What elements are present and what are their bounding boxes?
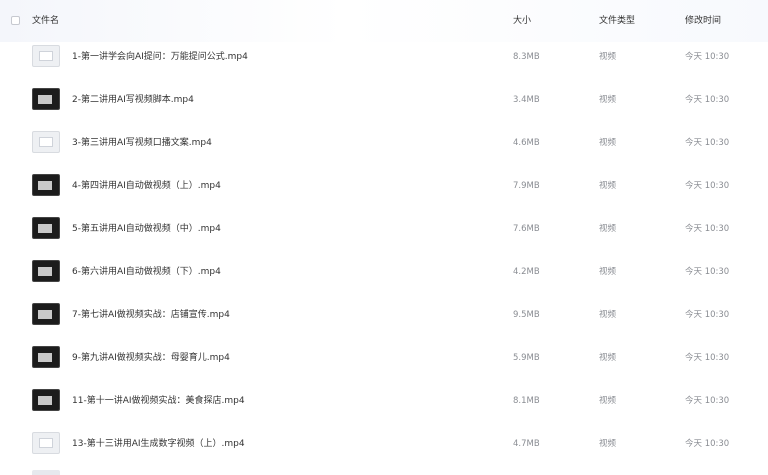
file-type: 视频 (599, 95, 617, 105)
file-modified-time: 今天 10:30 (685, 138, 730, 148)
file-type: 视频 (599, 396, 617, 406)
file-size: 9.5MB (513, 310, 540, 320)
video-thumbnail[interactable] (32, 260, 60, 282)
file-row[interactable]: 9-第九讲AI做视频实战：母婴育儿.mp4 5.9MB 视频 今天 10:30 (0, 337, 768, 380)
file-modified-time: 今天 10:30 (685, 353, 730, 363)
file-size: 7.9MB (513, 181, 540, 191)
file-row[interactable]: 2-第二讲用AI写视频脚本.mp4 3.4MB 视频 今天 10:30 (0, 79, 768, 122)
column-header-size[interactable]: 大小 (513, 15, 531, 27)
file-modified-time: 今天 10:30 (685, 52, 730, 62)
file-type: 视频 (599, 52, 617, 62)
file-name[interactable]: 5-第五讲用AI自动做视频（中）.mp4 (72, 223, 221, 235)
file-type: 视频 (599, 181, 617, 191)
column-header-type[interactable]: 文件类型 (599, 15, 635, 27)
select-all-checkbox[interactable] (11, 16, 20, 25)
file-type: 视频 (599, 439, 617, 449)
file-row[interactable]: 11-第十一讲AI做视频实战：美食探店.mp4 8.1MB 视频 今天 10:30 (0, 380, 768, 423)
file-size: 5.9MB (513, 353, 540, 363)
file-row[interactable]: 7-第七讲AI做视频实战：店铺宣传.mp4 9.5MB 视频 今天 10:30 (0, 294, 768, 337)
file-name[interactable]: 11-第十一讲AI做视频实战：美食探店.mp4 (72, 395, 245, 407)
file-size: 4.2MB (513, 267, 540, 277)
file-name[interactable]: 4-第四讲用AI自动做视频（上）.mp4 (72, 180, 221, 192)
file-name[interactable]: 9-第九讲AI做视频实战：母婴育儿.mp4 (72, 352, 230, 364)
file-name[interactable]: 3-第三讲用AI写视频口播文案.mp4 (72, 137, 212, 149)
file-modified-time: 今天 10:30 (685, 267, 730, 277)
file-row[interactable]: 5-第五讲用AI自动做视频（中）.mp4 7.6MB 视频 今天 10:30 (0, 208, 768, 251)
video-thumbnail[interactable] (32, 346, 60, 368)
video-thumbnail[interactable] (32, 389, 60, 411)
file-modified-time: 今天 10:30 (685, 95, 730, 105)
video-thumbnail[interactable] (32, 432, 60, 454)
file-name[interactable]: 1-第一讲学会向AI提问：万能提问公式.mp4 (72, 51, 248, 63)
file-size: 8.3MB (513, 52, 540, 62)
file-name[interactable]: 6-第六讲用AI自动做视频（下）.mp4 (72, 266, 221, 278)
video-thumbnail[interactable] (32, 88, 60, 110)
column-header-name[interactable]: 文件名 (32, 15, 59, 27)
file-modified-time: 今天 10:30 (685, 224, 730, 234)
file-row[interactable]: 6-第六讲用AI自动做视频（下）.mp4 4.2MB 视频 今天 10:30 (0, 251, 768, 294)
file-type: 视频 (599, 138, 617, 148)
column-header-modified[interactable]: 修改时间 (685, 15, 721, 27)
file-modified-time: 今天 10:30 (685, 181, 730, 191)
file-type: 视频 (599, 224, 617, 234)
file-name[interactable]: 7-第七讲AI做视频实战：店铺宣传.mp4 (72, 309, 230, 321)
video-thumbnail[interactable] (32, 45, 60, 67)
file-size: 8.1MB (513, 396, 540, 406)
file-row[interactable]: 13-第十三讲用AI生成数字视频（上）.mp4 4.7MB 视频 今天 10:30 (0, 423, 768, 466)
file-name[interactable]: 13-第十三讲用AI生成数字视频（上）.mp4 (72, 438, 245, 450)
video-thumbnail[interactable] (32, 217, 60, 239)
file-type: 视频 (599, 353, 617, 363)
file-type: 视频 (599, 267, 617, 277)
file-size: 3.4MB (513, 95, 540, 105)
file-name[interactable]: 2-第二讲用AI写视频脚本.mp4 (72, 94, 194, 106)
file-modified-time: 今天 10:30 (685, 396, 730, 406)
file-size: 4.6MB (513, 138, 540, 148)
file-row[interactable]: 4-第四讲用AI自动做视频（上）.mp4 7.9MB 视频 今天 10:30 (0, 165, 768, 208)
file-size: 4.7MB (513, 439, 540, 449)
file-type: 视频 (599, 310, 617, 320)
video-thumbnail[interactable] (32, 303, 60, 325)
video-thumbnail[interactable] (32, 174, 60, 196)
video-thumbnail[interactable] (32, 131, 60, 153)
file-row[interactable]: 1-第一讲学会向AI提问：万能提问公式.mp4 8.3MB 视频 今天 10:30 (0, 36, 768, 79)
file-modified-time: 今天 10:30 (685, 310, 730, 320)
file-size: 7.6MB (513, 224, 540, 234)
video-thumbnail (32, 470, 60, 475)
file-modified-time: 今天 10:30 (685, 439, 730, 449)
file-row[interactable]: 3-第三讲用AI写视频口播文案.mp4 4.6MB 视频 今天 10:30 (0, 122, 768, 165)
